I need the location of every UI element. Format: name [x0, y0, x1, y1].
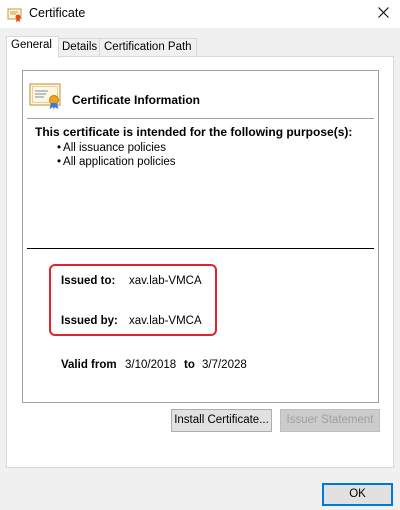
issuer-statement-button[interactable]: Issuer Statement — [280, 409, 380, 432]
ok-button[interactable]: OK — [322, 483, 393, 506]
tab-label: General — [11, 39, 52, 51]
purpose-heading: This certificate is intended for the fol… — [35, 125, 353, 139]
close-button[interactable] — [366, 0, 400, 28]
purpose-item: All issuance policies — [57, 142, 176, 156]
certificate-icon — [7, 7, 23, 23]
issued-by-value: xav.lab-VMCA — [129, 315, 202, 327]
close-icon — [377, 7, 389, 21]
certificate-info-title: Certificate Information — [72, 93, 201, 107]
purpose-item: All application policies — [57, 156, 176, 170]
purpose-list: All issuance policies All application po… — [57, 142, 176, 169]
tab-certification-path[interactable]: Certification Path — [99, 38, 197, 57]
general-panel: Certificate Information This certificate… — [6, 56, 394, 468]
title-bar: Certificate — [0, 0, 400, 28]
issued-to-label: Issued to: — [61, 275, 116, 287]
divider — [27, 118, 374, 119]
issued-by-label: Issued by: — [61, 315, 118, 327]
tab-label: Certification Path — [104, 41, 192, 53]
issued-to-value: xav.lab-VMCA — [129, 275, 202, 287]
valid-to-label: to — [184, 359, 195, 371]
tab-details[interactable]: Details — [57, 38, 100, 57]
certificate-icon — [29, 82, 65, 110]
tab-general[interactable]: General — [6, 36, 59, 58]
valid-from-label: Valid from — [61, 359, 117, 371]
tab-label: Details — [62, 41, 98, 53]
divider — [27, 248, 374, 249]
valid-to-value: 3/7/2028 — [202, 359, 247, 371]
install-certificate-button[interactable]: Install Certificate... — [171, 409, 272, 432]
window-title: Certificate — [29, 6, 86, 20]
certificate-info-frame: Certificate Information This certificate… — [22, 70, 379, 403]
valid-from-value: 3/10/2018 — [125, 359, 177, 371]
